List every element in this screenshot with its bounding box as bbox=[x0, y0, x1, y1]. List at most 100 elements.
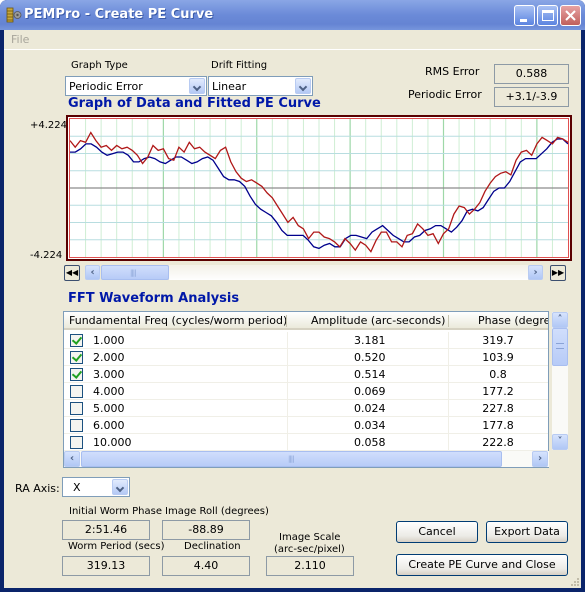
harmonic-checkbox[interactable] bbox=[70, 436, 83, 449]
chevron-left-icon: ‹ bbox=[69, 453, 75, 464]
fft-table: Fundamental Freq (cycles/worm period) Am… bbox=[63, 311, 549, 468]
scroll-right-button[interactable]: › bbox=[528, 265, 543, 280]
fft-table-row[interactable]: 6.000 0.034 177.8 bbox=[64, 417, 548, 434]
phase-cell: 177.8 bbox=[482, 419, 514, 432]
fft-table-row[interactable]: 1.000 3.181 319.7 bbox=[64, 332, 548, 349]
close-button[interactable] bbox=[560, 5, 581, 26]
column-header-amplitude[interactable]: Amplitude (arc-seconds) bbox=[311, 314, 445, 327]
harmonic-checkbox[interactable] bbox=[70, 351, 83, 364]
freq-cell: 4.000 bbox=[93, 385, 125, 398]
initial-worm-phase-value: 2:51.46 bbox=[62, 520, 150, 540]
drift-fitting-select[interactable]: Linear bbox=[208, 76, 313, 96]
double-left-icon: ◀◀ bbox=[65, 268, 79, 277]
column-header-freq[interactable]: Fundamental Freq (cycles/worm period) bbox=[69, 314, 287, 327]
freq-cell: 3.000 bbox=[93, 368, 125, 381]
column-header-phase[interactable]: Phase (degrees bbox=[478, 314, 548, 327]
image-scale-value: 2.110 bbox=[266, 556, 354, 576]
periodic-error-label: Periodic Error bbox=[408, 88, 482, 101]
column-divider bbox=[287, 417, 288, 434]
menu-file[interactable]: File bbox=[11, 33, 29, 46]
fft-title: FFT Waveform Analysis bbox=[68, 291, 240, 306]
title-bar[interactable]: PEMPro - Create PE Curve bbox=[0, 0, 585, 30]
scroll-last-button[interactable]: ▶▶ bbox=[550, 265, 566, 281]
ra-axis-label: RA Axis: bbox=[15, 482, 60, 495]
create-pe-curve-button[interactable]: Create PE Curve and Close bbox=[396, 554, 568, 576]
periodic-error-value: +3.1/-3.9 bbox=[494, 87, 569, 107]
harmonic-checkbox[interactable] bbox=[70, 334, 83, 347]
amplitude-cell: 0.520 bbox=[354, 351, 386, 364]
column-separator[interactable] bbox=[286, 315, 287, 327]
rms-error-value: 0.588 bbox=[494, 64, 569, 84]
fft-table-row[interactable]: 3.000 0.514 0.8 bbox=[64, 366, 548, 383]
scroll-up-button[interactable]: ˄ bbox=[552, 312, 568, 328]
fft-table-row[interactable]: 10.000 0.058 222.8 bbox=[64, 434, 548, 451]
graph-type-select[interactable]: Periodic Error bbox=[65, 76, 207, 96]
amplitude-cell: 0.058 bbox=[354, 436, 386, 449]
harmonic-checkbox[interactable] bbox=[70, 368, 83, 381]
chevron-left-icon: ‹ bbox=[90, 267, 95, 278]
chevron-down-icon[interactable] bbox=[295, 78, 311, 94]
image-roll-value: -88.89 bbox=[162, 520, 250, 540]
minimize-button[interactable] bbox=[514, 5, 535, 26]
phase-cell: 177.2 bbox=[482, 385, 514, 398]
amplitude-cell: 3.181 bbox=[354, 334, 386, 347]
fft-vscroll-thumb[interactable] bbox=[552, 328, 568, 366]
chevron-down-icon: ˅ bbox=[557, 436, 563, 447]
pe-chart-svg bbox=[70, 119, 568, 257]
declination-label: Declination bbox=[184, 541, 241, 552]
fft-table-header: Fundamental Freq (cycles/worm period) Am… bbox=[64, 312, 548, 330]
phase-cell: 222.8 bbox=[482, 436, 514, 449]
fft-horizontal-scrollbar[interactable]: ‹ |||| › bbox=[64, 451, 549, 467]
fft-vertical-scrollbar[interactable]: ˄ ˅ bbox=[552, 312, 568, 450]
chevron-up-icon: ˄ bbox=[557, 314, 563, 325]
fft-table-row[interactable]: 4.000 0.069 177.2 bbox=[64, 383, 548, 400]
scroll-left-button[interactable]: ‹ bbox=[64, 451, 80, 467]
scroll-right-button[interactable]: › bbox=[532, 451, 548, 467]
y-min-label: -4.224 bbox=[30, 250, 63, 261]
freq-cell: 1.000 bbox=[93, 334, 125, 347]
grip-icon bbox=[556, 343, 564, 349]
fft-table-row[interactable]: 5.000 0.024 227.8 bbox=[64, 400, 548, 417]
maximize-button[interactable] bbox=[537, 5, 558, 26]
ra-axis-select[interactable]: X bbox=[62, 477, 130, 497]
harmonic-checkbox[interactable] bbox=[70, 385, 83, 398]
image-scale-units-label: (arc-sec/pixel) bbox=[274, 544, 345, 555]
cancel-button[interactable]: Cancel bbox=[396, 521, 478, 543]
chevron-down-icon[interactable] bbox=[112, 479, 128, 495]
graph-scroll-thumb[interactable]: |||| bbox=[101, 265, 169, 280]
graph-scroll-track[interactable] bbox=[169, 265, 528, 280]
pempro-app-icon bbox=[6, 7, 22, 23]
chevron-down-icon[interactable] bbox=[189, 78, 205, 94]
worm-period-label: Worm Period (secs) bbox=[68, 541, 165, 552]
column-divider bbox=[287, 383, 288, 400]
column-divider bbox=[287, 332, 288, 349]
chevron-right-icon: › bbox=[537, 453, 543, 464]
y-max-label: +4.224 bbox=[30, 120, 68, 131]
drift-fitting-value: Linear bbox=[212, 80, 247, 93]
fft-hscroll-thumb[interactable]: |||| bbox=[81, 451, 502, 467]
freq-cell: 2.000 bbox=[93, 351, 125, 364]
graph-title: Graph of Data and Fitted PE Curve bbox=[68, 96, 321, 111]
drift-fitting-label: Drift Fitting bbox=[211, 60, 268, 71]
worm-period-value: 319.13 bbox=[62, 556, 150, 576]
scroll-down-button[interactable]: ˅ bbox=[552, 434, 568, 450]
freq-cell: 6.000 bbox=[93, 419, 125, 432]
fft-table-row[interactable]: 2.000 0.520 103.9 bbox=[64, 349, 548, 366]
graph-plot-area bbox=[69, 118, 569, 258]
resize-grip-icon[interactable] bbox=[570, 577, 580, 587]
image-scale-label: Image Scale bbox=[279, 532, 341, 543]
scroll-first-button[interactable]: ◀◀ bbox=[64, 265, 80, 281]
scroll-left-button[interactable]: ‹ bbox=[85, 265, 100, 280]
phase-cell: 0.8 bbox=[489, 368, 507, 381]
grip-icon: |||| bbox=[288, 455, 295, 463]
phase-cell: 103.9 bbox=[482, 351, 514, 364]
harmonic-checkbox[interactable] bbox=[70, 402, 83, 415]
column-separator[interactable] bbox=[448, 315, 449, 327]
column-divider bbox=[287, 400, 288, 417]
client-area: File Graph Type Periodic Error Drift Fit… bbox=[4, 30, 581, 588]
column-divider bbox=[287, 366, 288, 383]
image-roll-label: Image Roll (degrees) bbox=[165, 506, 269, 517]
harmonic-checkbox[interactable] bbox=[70, 419, 83, 432]
export-data-button[interactable]: Export Data bbox=[486, 521, 568, 543]
app-window: PEMPro - Create PE Curve File Graph Type… bbox=[0, 0, 585, 592]
